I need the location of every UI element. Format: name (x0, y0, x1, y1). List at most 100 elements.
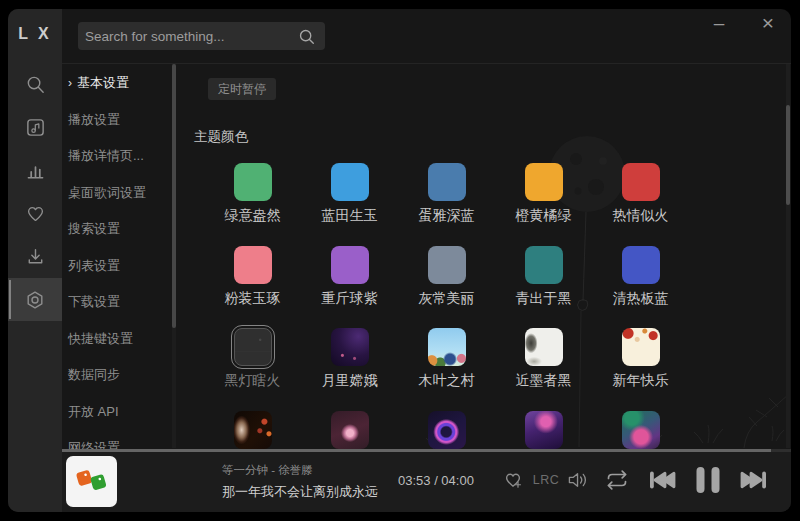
theme-swatch[interactable] (331, 411, 369, 449)
theme-name: 重斤球紫 (322, 291, 378, 305)
theme-name: 蓝田生玉 (322, 208, 378, 222)
settings-nav-item[interactable]: 下载设置 (62, 284, 174, 321)
settings-nav-label: 开放 API (68, 403, 119, 421)
favorites-icon (25, 203, 46, 224)
settings-icon (24, 289, 46, 311)
theme-swatch[interactable] (525, 411, 563, 449)
settings-nav-item[interactable]: 开放 API (62, 394, 174, 431)
close-button[interactable]: × (756, 11, 780, 35)
theme-swatch[interactable] (331, 246, 369, 284)
song-title: 等一分钟 - 徐誉滕 (222, 463, 313, 478)
music-library-icon (25, 117, 46, 138)
content-scrollbar-thumb[interactable] (786, 105, 790, 205)
leaderboard-icon (25, 160, 46, 181)
theme-item[interactable]: 重斤球紫 (301, 246, 398, 329)
sidebar: L X (8, 9, 62, 512)
theme-item[interactable]: 青出于黑 (495, 246, 592, 329)
settings-nav-label: 基本设置 (77, 74, 129, 92)
settings-nav-item[interactable]: 播放详情页... (62, 138, 174, 175)
theme-name: 新年快乐 (613, 373, 669, 387)
theme-swatch[interactable] (428, 163, 466, 201)
nav-scrollbar-thumb[interactable] (172, 64, 176, 328)
theme-swatch[interactable] (622, 328, 660, 366)
theme-item[interactable]: 绿意盎然 (204, 163, 301, 246)
theme-name: 月里嫦娥 (322, 373, 378, 387)
theme-item[interactable]: 蛋雅深蓝 (398, 163, 495, 246)
volume-icon[interactable] (566, 469, 591, 491)
settings-nav-item[interactable]: 搜索设置 (62, 211, 174, 248)
settings-nav-item[interactable]: 列表设置 (62, 248, 174, 285)
search-icon[interactable] (298, 28, 315, 45)
theme-swatch[interactable] (525, 328, 563, 366)
sidebar-item-favorites[interactable] (8, 192, 62, 235)
next-button[interactable] (738, 468, 770, 492)
theme-name: 清热板蓝 (613, 291, 669, 305)
sidebar-item-download[interactable] (8, 235, 62, 278)
settings-nav-item[interactable]: 数据同步 (62, 357, 174, 394)
timer-pause-button[interactable]: 定时暂停 (208, 78, 276, 100)
theme-swatch[interactable] (525, 163, 563, 201)
minimize-button[interactable]: – (707, 11, 731, 35)
app-logo: L X (8, 9, 62, 59)
theme-swatch[interactable] (234, 246, 272, 284)
chevron-right-icon: › (68, 76, 72, 90)
settings-nav-item[interactable]: › 基本设置 (62, 65, 174, 102)
theme-item[interactable]: 新年快乐 (592, 328, 689, 411)
lrc-button[interactable]: LRC (532, 473, 560, 487)
previous-button[interactable] (646, 468, 678, 492)
theme-name: 绿意盎然 (225, 208, 281, 222)
theme-name: 粉装玉琢 (225, 291, 281, 305)
sidebar-item-settings[interactable] (8, 278, 62, 321)
theme-swatch[interactable] (622, 163, 660, 201)
love-button[interactable] (503, 470, 523, 490)
settings-nav-item[interactable]: 播放设置 (62, 102, 174, 139)
pause-button[interactable] (695, 466, 721, 494)
sidebar-item-music-library[interactable] (8, 106, 62, 149)
theme-item[interactable]: 木叶之村 (398, 328, 495, 411)
download-icon (25, 246, 46, 267)
theme-item[interactable]: 粉装玉琢 (204, 246, 301, 329)
theme-swatch[interactable] (331, 163, 369, 201)
sidebar-item-leaderboard[interactable] (8, 149, 62, 192)
settings-nav-item[interactable]: 快捷键设置 (62, 321, 174, 358)
theme-item[interactable]: 蓝田生玉 (301, 163, 398, 246)
theme-swatch[interactable] (428, 411, 466, 449)
theme-swatch[interactable] (234, 163, 272, 201)
repeat-icon[interactable] (604, 469, 630, 491)
theme-swatch[interactable] (525, 246, 563, 284)
settings-nav-label: 播放设置 (68, 111, 120, 129)
theme-item[interactable]: 清热板蓝 (592, 246, 689, 329)
theme-item[interactable]: 灰常美丽 (398, 246, 495, 329)
theme-item[interactable]: 橙黄橘绿 (495, 163, 592, 246)
settings-nav-label: 播放详情页... (68, 147, 144, 165)
theme-name: 灰常美丽 (419, 291, 475, 305)
album-art[interactable] (66, 456, 117, 507)
theme-item[interactable]: 黑灯瞎火 (204, 328, 301, 411)
settings-nav-label: 数据同步 (68, 366, 120, 384)
theme-name: 木叶之村 (419, 373, 475, 387)
theme-item[interactable]: 近墨者黑 (495, 328, 592, 411)
theme-name: 橙黄橘绿 (516, 208, 572, 222)
theme-grid: 绿意盎然 蓝田生玉 蛋雅深蓝 橙黄橘绿 热情似火粉装玉琢 重斤球紫 灰常美丽 青出于黑 清热板蓝… (204, 163, 689, 494)
search-input[interactable]: Search for something... (78, 22, 325, 50)
theme-item[interactable]: 月里嫦娥 (301, 328, 398, 411)
player-bar: 等一分钟 - 徐誉滕 那一年我不会让离别成永远 03:53 / 04:00 LR… (62, 449, 791, 512)
settings-nav-item[interactable]: 桌面歌词设置 (62, 175, 174, 212)
time-display: 03:53 / 04:00 (398, 473, 474, 488)
theme-swatch[interactable] (622, 246, 660, 284)
theme-swatch-selected[interactable] (234, 328, 272, 366)
theme-item[interactable]: 热情似火 (592, 163, 689, 246)
theme-swatch[interactable] (331, 328, 369, 366)
theme-swatch[interactable] (622, 411, 660, 449)
theme-section-title: 主题颜色 (194, 128, 248, 146)
theme-swatch[interactable] (428, 246, 466, 284)
settings-nav: › 基本设置播放设置播放详情页... 桌面歌词设置搜索设置列表设置下载设置快捷键设置… (62, 65, 174, 467)
theme-swatch[interactable] (428, 328, 466, 366)
sidebar-item-search[interactable] (8, 63, 62, 106)
theme-swatch[interactable] (234, 411, 272, 449)
theme-name: 青出于黑 (516, 291, 572, 305)
settings-nav-label: 搜索设置 (68, 220, 120, 238)
lyric-line: 那一年我不会让离别成永远 (222, 483, 378, 501)
theme-name: 黑灯瞎火 (225, 373, 281, 387)
theme-name: 蛋雅深蓝 (419, 208, 475, 222)
